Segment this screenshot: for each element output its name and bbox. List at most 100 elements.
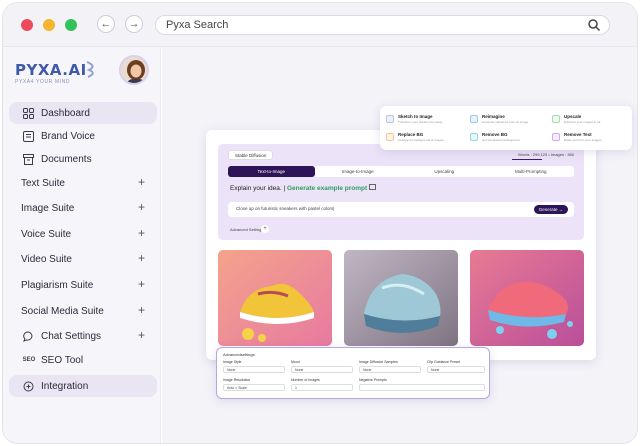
tool-subtitle: Change the background of images	[398, 138, 444, 142]
minimize-window-dot[interactable]	[43, 19, 55, 31]
tool-title: Sketch to Image	[398, 114, 433, 119]
tool-remove-text[interactable]: Remove Text Erase text from your images	[552, 132, 602, 142]
chrome-sneaker-image	[344, 250, 458, 346]
field-label: Negative Prompts	[359, 378, 387, 382]
search-icon[interactable]	[587, 18, 601, 32]
field-label: Image Resolution	[223, 378, 251, 382]
tool-subtitle: Erase text from your images	[564, 138, 602, 142]
tool-replace-bg[interactable]: Replace BG Change the background of image…	[386, 132, 444, 142]
generated-image-1[interactable]	[218, 250, 332, 346]
generator-panel: Stable Diffusion Words : 299,123 • Image…	[218, 144, 584, 240]
advanced-settings-card: Advancedsettings Image Style None Mood N…	[216, 347, 490, 399]
sketch-icon	[386, 115, 394, 123]
negative-prompts-input[interactable]	[359, 384, 485, 391]
tool-subtitle: Generate variations from an image	[482, 120, 529, 124]
sidebar-item-seo-tool[interactable]: SEO SEO Tool	[9, 349, 157, 371]
sidebar-item-label: Documents	[41, 153, 92, 165]
tab-upscaling[interactable]: Upscaling	[401, 166, 488, 177]
logo-tagline: PYXA4 YOUR MIND	[15, 79, 71, 85]
number-of-images-select[interactable]: 1	[291, 384, 353, 391]
prompt-input[interactable]: Close up on futuristic sneakers with pas…	[228, 202, 574, 217]
reimagine-icon	[470, 115, 478, 123]
model-chip[interactable]: Stable Diffusion	[228, 150, 274, 160]
expand-plus-icon[interactable]: +	[138, 303, 145, 317]
expand-plus-icon[interactable]: +	[138, 200, 145, 214]
forward-arrow-icon[interactable]: →	[125, 15, 143, 33]
sidebar-item-integration[interactable]: Integration	[9, 375, 157, 397]
sidebar-item-social-media-suite[interactable]: Social Media Suite +	[9, 300, 157, 322]
browser-window: ← → Pyxa Search PYXA.AI PYXA4 YOUR MIND	[2, 2, 638, 444]
avatar[interactable]	[119, 55, 149, 85]
remove-text-icon	[552, 133, 560, 141]
field-label: Image Diffusion Samples	[359, 360, 398, 364]
sidebar-item-documents[interactable]: Documents	[9, 148, 157, 170]
close-window-dot[interactable]	[21, 19, 33, 31]
tool-title: Reimagine	[482, 114, 505, 119]
upscale-icon	[552, 115, 560, 123]
field-label: Number of Images	[291, 378, 320, 382]
expand-plus-icon[interactable]: +	[138, 251, 145, 265]
expand-plus-icon[interactable]: +	[138, 328, 145, 342]
tab-multi-prompting[interactable]: Multi-Prompting	[488, 166, 575, 177]
tab-image-to-image[interactable]: Image-to-Image	[315, 166, 402, 177]
sidebar-item-label: Integration	[41, 380, 89, 392]
tool-sketch-to-image[interactable]: Sketch to Image Transform your sketch int…	[386, 114, 442, 124]
sidebar-item-label: Plagiarism Suite	[21, 279, 94, 291]
image-style-select[interactable]: None	[223, 366, 285, 373]
sidebar-item-text-suite[interactable]: Text Suite +	[9, 172, 157, 194]
generate-button[interactable]: Generate →	[534, 205, 568, 214]
mood-select[interactable]: None	[291, 366, 353, 373]
tool-subtitle: Enhance your images to 4k	[564, 120, 601, 124]
seo-icon: SEO	[22, 357, 36, 363]
sidebar-item-chat-settings[interactable]: Chat Settings +	[9, 325, 157, 347]
sidebar-item-label: Image Suite	[21, 202, 75, 214]
generated-image-2[interactable]	[344, 250, 458, 346]
tool-upscale[interactable]: Upscale Enhance your images to 4k	[552, 114, 600, 124]
image-generator-card: Stable Diffusion Words : 299,123 • Image…	[206, 130, 596, 360]
search-placeholder: Pyxa Search	[166, 19, 229, 31]
user-photo	[121, 57, 147, 83]
maximize-window-dot[interactable]	[65, 19, 77, 31]
back-arrow-icon[interactable]: ←	[97, 15, 115, 33]
sidebar-item-label: Chat Settings	[41, 330, 102, 342]
search-input[interactable]: Pyxa Search	[155, 15, 610, 35]
tool-title: Upscale	[564, 114, 582, 119]
sidebar-item-label: Text Suite	[21, 177, 65, 189]
tool-remove-bg[interactable]: Remove BG Get transparent background	[470, 132, 519, 142]
diffusion-samples-select[interactable]: None	[359, 366, 421, 373]
field-label: Mood	[291, 360, 300, 364]
expand-plus-icon[interactable]: +	[138, 175, 145, 189]
sidebar-item-label: Dashboard	[41, 107, 90, 119]
image-resolution-select[interactable]: Auto × Scale	[223, 384, 285, 391]
tool-title: Remove BG	[482, 132, 508, 137]
generated-image-3[interactable]	[470, 250, 584, 346]
sidebar-item-label: Social Media Suite	[21, 305, 104, 317]
sidebar: PYXA.AI PYXA4 YOUR MIND Dashboard Brand …	[3, 47, 161, 443]
expand-plus-icon[interactable]: +	[138, 277, 145, 291]
sidebar-item-plagiarism-suite[interactable]: Plagiarism Suite +	[9, 274, 157, 296]
sidebar-item-label: SEO Tool	[41, 354, 84, 366]
advanced-plus-icon[interactable]: +	[261, 225, 269, 233]
sidebar-item-brand-voice[interactable]: Brand Voice	[9, 125, 157, 147]
sidebar-item-image-suite[interactable]: Image Suite +	[9, 197, 157, 219]
image-icon[interactable]	[369, 184, 376, 190]
main-content: Stable Diffusion Words : 299,123 • Image…	[162, 47, 637, 443]
expand-plus-icon[interactable]: +	[138, 226, 145, 240]
generate-label: Generate	[538, 207, 558, 212]
tool-reimagine[interactable]: Reimagine Generate variations from an ima…	[470, 114, 528, 124]
tools-popover: Sketch to Image Transform your sketch int…	[380, 106, 632, 150]
replace-bg-icon	[386, 133, 394, 141]
sidebar-item-voice-suite[interactable]: Voice Suite +	[9, 223, 157, 245]
tab-text-to-image[interactable]: Text-to-Image	[228, 166, 315, 177]
sidebar-item-label: Voice Suite	[21, 228, 72, 240]
clip-guidance-select[interactable]: None	[427, 366, 485, 373]
logo: PYXA.AI	[15, 61, 87, 79]
prompt-heading: Explain your idea. | Generate example pr…	[230, 184, 376, 192]
advanced-settings-label[interactable]: Advanced Settings	[230, 227, 263, 232]
example-prompt-link[interactable]: Generate example prompt	[287, 185, 367, 192]
grid-icon	[21, 106, 35, 120]
prompt-label: Explain your idea. |	[230, 185, 286, 192]
sidebar-item-dashboard[interactable]: Dashboard	[9, 102, 157, 124]
sidebar-item-video-suite[interactable]: Video Suite +	[9, 248, 157, 270]
generator-tabs: Text-to-Image Image-to-Image Upscaling M…	[228, 166, 574, 177]
